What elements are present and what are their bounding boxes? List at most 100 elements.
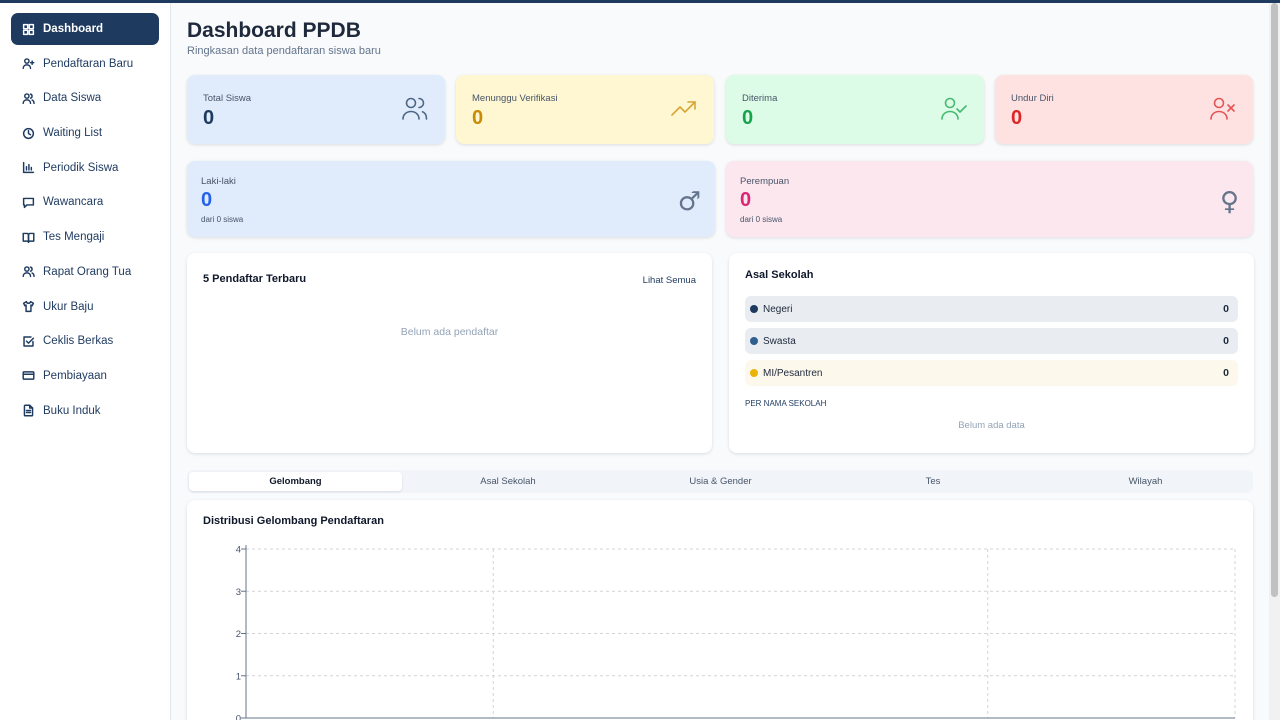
recent-empty-state: Belum ada pendaftar — [400, 326, 499, 338]
user-x-icon — [1209, 95, 1237, 123]
file-text-icon — [22, 404, 35, 417]
clock-icon — [22, 127, 35, 140]
sidebar-item-ukur-baju[interactable]: Ukur Baju — [11, 291, 159, 323]
sidebar-item-label: Ceklis Berkas — [43, 335, 114, 348]
sidebar-item-label: Wawancara — [43, 196, 104, 209]
school-origin-panel: Asal Sekolah Negeri 0 Swasta 0 MI/Pesantren 0… — [729, 253, 1254, 453]
view-all-link[interactable]: Lihat Semua — [643, 275, 696, 286]
scrollbar[interactable] — [1269, 0, 1280, 720]
users-icon — [22, 92, 35, 105]
bar-chart-icon — [22, 161, 35, 174]
sidebar-item-label: Buku Induk — [43, 404, 101, 417]
trending-up-icon — [670, 95, 698, 123]
diterima-stat-card: Diterima 0 — [726, 75, 984, 144]
grid-icon — [22, 23, 35, 36]
school-origin-label: MI/Pesantren — [763, 367, 823, 379]
male-value: 0 — [201, 189, 213, 211]
legend-dot — [750, 305, 758, 313]
stat-value: 0 — [1011, 107, 1023, 129]
tab-usia-gender[interactable]: Usia & Gender — [614, 472, 827, 491]
school-origin-row-swasta: Swasta 0 — [745, 328, 1238, 354]
sidebar-item-rapat-orang-tua[interactable]: Rapat Orang Tua — [11, 256, 159, 288]
stat-label: Menunggu Verifikasi — [472, 93, 558, 104]
sidebar-item-data-siswa[interactable]: Data Siswa — [11, 82, 159, 114]
page-title: Dashboard PPDB — [187, 19, 361, 42]
sidebar: Dashboard Pendaftaran Baru Data Siswa Waiti… — [0, 0, 171, 720]
shirt-icon — [22, 300, 35, 313]
checkbox-icon — [22, 335, 35, 348]
sidebar-item-pembiayaan[interactable]: Pembiayaan — [11, 360, 159, 392]
top-accent-bar — [0, 0, 1280, 3]
chart-tabs: Gelombang Asal Sekolah Usia & Gender Tes Wil… — [187, 470, 1253, 493]
message-icon — [22, 196, 35, 209]
tab-asal-sekolah[interactable]: Asal Sekolah — [402, 472, 615, 491]
school-origin-title: Asal Sekolah — [745, 269, 814, 281]
y-tick-label: 3 — [236, 587, 241, 598]
menunggu-verifikasi-stat-card: Menunggu Verifikasi 0 — [456, 75, 714, 144]
female-stat-card: Perempuan 0 dari 0 siswa ♀ — [726, 161, 1253, 237]
tab-wilayah[interactable]: Wilayah — [1039, 472, 1252, 491]
female-label: Perempuan — [740, 176, 790, 187]
sidebar-item-dashboard[interactable]: Dashboard — [11, 13, 159, 45]
sidebar-item-label: Ukur Baju — [43, 300, 94, 313]
tab-gelombang[interactable]: Gelombang — [189, 472, 402, 491]
school-origin-label: Negeri — [763, 303, 793, 315]
sidebar-item-label: Tes Mengaji — [43, 231, 105, 244]
per-school-name-label: PER NAMA SEKOLAH — [745, 399, 827, 408]
scrollbar-thumb[interactable] — [1271, 3, 1278, 597]
undur-diri-stat-card: Undur Diri 0 — [995, 75, 1253, 144]
chart-panel: Distribusi Gelombang Pendaftaran 01234 — [187, 500, 1253, 720]
sidebar-item-waiting-list[interactable]: Waiting List — [11, 117, 159, 149]
sidebar-item-label: Pembiayaan — [43, 369, 107, 382]
user-plus-icon — [22, 57, 35, 70]
users-icon — [22, 265, 35, 278]
school-origin-count: 0 — [1223, 367, 1229, 379]
school-empty-state: Belum ada data — [958, 420, 1025, 431]
male-label: Laki-laki — [201, 176, 236, 187]
school-origin-count: 0 — [1223, 335, 1229, 347]
stat-value: 0 — [742, 107, 754, 129]
sidebar-item-wawancara[interactable]: Wawancara — [11, 186, 159, 218]
credit-card-icon — [22, 369, 35, 382]
sidebar-item-ceklis-berkas[interactable]: Ceklis Berkas — [11, 325, 159, 357]
male-subtext: dari 0 siswa — [201, 215, 244, 224]
stat-label: Total Siswa — [203, 93, 252, 104]
sidebar-item-label: Periodik Siswa — [43, 161, 119, 174]
stat-value: 0 — [203, 107, 215, 129]
total-siswa-stat-card: Total Siswa 0 — [187, 75, 445, 144]
school-origin-label: Swasta — [763, 335, 796, 347]
legend-dot — [750, 369, 758, 377]
book-open-icon — [22, 231, 35, 244]
legend-dot — [750, 337, 758, 345]
school-origin-count: 0 — [1223, 303, 1229, 315]
user-check-icon — [940, 95, 968, 123]
stat-label: Diterima — [742, 93, 778, 104]
male-icon: ♂ — [677, 187, 701, 217]
wave-distribution-chart: 0 1 2 3 4 — [236, 545, 1236, 720]
stat-label: Undur Diri — [1011, 93, 1054, 104]
page-subtitle: Ringkasan data pendaftaran siswa baru — [187, 45, 381, 57]
sidebar-item-buku-induk[interactable]: Buku Induk — [11, 395, 159, 427]
users-icon — [401, 95, 429, 123]
sidebar-item-label: Pendaftaran Baru — [43, 57, 134, 70]
tab-tes[interactable]: Tes — [827, 472, 1040, 491]
sidebar-item-label: Data Siswa — [43, 92, 102, 105]
y-tick-label: 2 — [236, 629, 241, 640]
recent-registrants-panel: 5 Pendaftar Terbaru Lihat Semua Belum ad… — [187, 253, 712, 453]
main-content: Dashboard PPDB Ringkasan data pendaftara… — [171, 0, 1269, 720]
recent-registrants-title: 5 Pendaftar Terbaru — [203, 273, 307, 285]
sidebar-item-label: Waiting List — [43, 127, 103, 140]
female-icon: ♀ — [1219, 187, 1239, 217]
y-tick-label: 0 — [236, 714, 241, 720]
sidebar-item-label: Dashboard — [43, 23, 104, 35]
sidebar-item-pendaftaran-baru[interactable]: Pendaftaran Baru — [11, 48, 159, 80]
sidebar-item-periodik-siswa[interactable]: Periodik Siswa — [11, 152, 159, 184]
y-tick-label: 4 — [236, 545, 241, 556]
y-tick-label: 1 — [236, 671, 241, 682]
sidebar-item-tes-mengaji[interactable]: Tes Mengaji — [11, 221, 159, 253]
school-origin-row-mi-pesantren: MI/Pesantren 0 — [745, 360, 1238, 386]
sidebar-item-label: Rapat Orang Tua — [43, 265, 132, 278]
school-origin-row-negeri: Negeri 0 — [745, 296, 1238, 322]
stat-value: 0 — [472, 107, 484, 129]
female-subtext: dari 0 siswa — [740, 215, 783, 224]
